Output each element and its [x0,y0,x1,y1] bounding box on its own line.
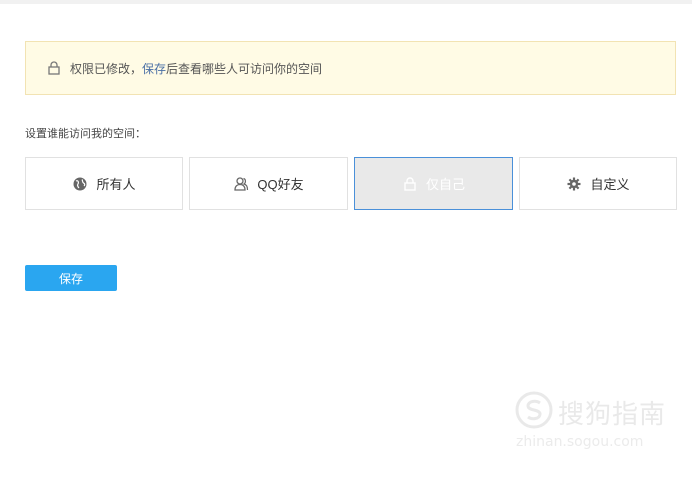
notice-text-before: 权限已修改， [70,61,143,76]
option-qq-friends-label: QQ好友 [257,177,304,192]
watermark-name: 搜狗指南 [558,400,667,430]
notice-save-link[interactable]: 保存 [142,62,166,76]
option-only-me[interactable]: 仅自己 [354,157,513,210]
option-everyone[interactable]: 所有人 [25,157,183,210]
access-options: 所有人 QQ好友 仅自己 自定义 [25,157,677,210]
access-label: 设置谁能访问我的空间： [25,128,146,140]
option-only-me-label: 仅自己 [425,177,465,192]
lock-icon [48,61,60,75]
notice-text: 权限已修改，保存后查看哪些人可访问你的空间 [70,60,322,77]
sogou-logo-icon [515,391,553,429]
watermark-url: zhinan.sogou.com [516,434,644,450]
friends-icon [234,176,249,191]
option-everyone-label: 所有人 [96,177,136,192]
option-qq-friends[interactable]: QQ好友 [189,157,348,210]
permission-notice: 权限已修改，保存后查看哪些人可访问你的空间 [25,41,676,95]
watermark: 搜狗指南 zhinan.sogou.com [514,390,674,452]
lock-icon [404,176,416,191]
gear-icon [567,177,581,190]
top-divider [0,0,692,4]
option-custom-label: 自定义 [590,177,630,192]
notice-text-after: 后查看哪些人可访问你的空间 [166,61,323,76]
option-custom[interactable]: 自定义 [519,157,677,210]
globe-icon [73,177,87,190]
save-button[interactable]: 保存 [25,265,117,291]
